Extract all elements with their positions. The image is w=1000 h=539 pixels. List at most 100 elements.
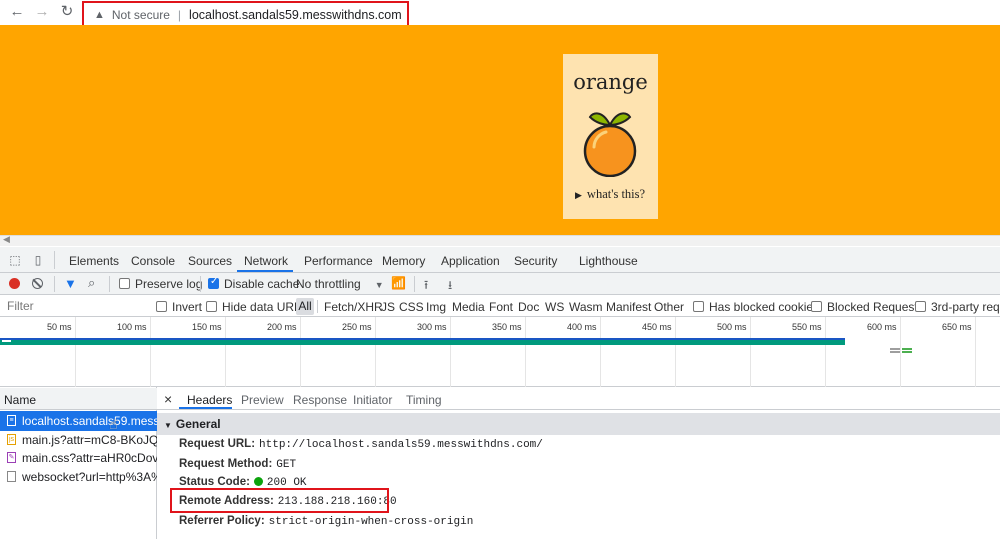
dropdown-arrow-icon: ▼ [374, 280, 384, 290]
tab-response[interactable]: Response [293, 393, 347, 407]
timeline-gridline [150, 317, 151, 387]
filter-wasm[interactable]: Wasm [569, 300, 603, 314]
import-har-icon[interactable]: ⭱ [424, 276, 428, 297]
checkbox-icon[interactable] [156, 301, 167, 312]
checkbox-icon[interactable] [693, 301, 704, 312]
tab-network[interactable]: Network [244, 254, 288, 268]
address-bar[interactable]: ▲ Not secure | localhost.sandals59.messw… [82, 1, 409, 28]
checkbox-checked-icon[interactable] [208, 276, 219, 289]
request-url-key: Request URL: [179, 438, 256, 450]
checkbox-icon[interactable] [811, 301, 822, 312]
triangle-down-icon: ▼ [164, 421, 172, 430]
tab-divider [54, 251, 55, 269]
scroll-left-arrow-icon[interactable]: ◀ [3, 234, 10, 245]
timeline-tick-label: 550 ms [792, 322, 822, 332]
filter-font[interactable]: Font [489, 300, 513, 314]
tab-elements[interactable]: Elements [69, 254, 119, 268]
general-section-header[interactable] [157, 413, 1000, 435]
tab-sources[interactable]: Sources [188, 254, 232, 268]
fruit-card: orange ▶ what's this? [563, 54, 658, 219]
export-har-icon[interactable]: ⭳ [448, 276, 452, 297]
timeline-gridline [600, 317, 601, 387]
forward-arrow-icon[interactable]: → [33, 3, 51, 21]
request-row-script[interactable]: js main.js?attr=mC8-BKoJQC... [0, 430, 157, 450]
filter-other[interactable]: Other [654, 300, 684, 314]
filter-js[interactable]: JS [381, 300, 395, 314]
url-text[interactable]: localhost.sandals59.messwithdns.com [189, 8, 402, 22]
tab-preview[interactable]: Preview [241, 393, 284, 407]
request-row-stylesheet[interactable]: ✎ main.css?attr=aHR0cDovL... [0, 448, 157, 468]
tab-timing[interactable]: Timing [406, 393, 442, 407]
tab-performance[interactable]: Performance [304, 254, 373, 268]
timeline-tick-label: 100 ms [117, 322, 147, 332]
filter-all[interactable]: All [296, 298, 314, 315]
filter-img[interactable]: Img [426, 300, 446, 314]
timeline-gridline [750, 317, 751, 387]
referrer-policy-key: Referrer Policy: [179, 515, 265, 527]
timeline-tick-label: 450 ms [642, 322, 672, 332]
tab-console[interactable]: Console [131, 254, 175, 268]
invert-checkbox[interactable]: Invert [156, 300, 202, 314]
checkbox-icon[interactable] [206, 301, 217, 312]
reload-icon[interactable]: ↻ [58, 3, 76, 21]
filter-fetch-xhr[interactable]: Fetch/XHR [324, 300, 383, 314]
whats-this-label: what's this? [586, 187, 646, 201]
tab-security[interactable]: Security [514, 254, 557, 268]
back-arrow-icon[interactable]: ← [8, 3, 26, 21]
request-row-websocket[interactable]: websocket?url=http%3A%... [0, 467, 157, 487]
tab-initiator[interactable]: Initiator [353, 393, 392, 407]
filter-manifest[interactable]: Manifest [606, 300, 651, 314]
request-url-row: Request URL: http://localhost.sandals59.m… [179, 438, 543, 451]
network-conditions-icon[interactable]: 📶 [391, 276, 406, 290]
invert-label: Invert [172, 300, 203, 314]
network-timeline-overview[interactable]: 50 ms 100 ms 150 ms 200 ms 250 ms 300 ms 350 m… [0, 317, 1000, 387]
security-label[interactable]: Not secure [112, 8, 170, 22]
checkbox-icon[interactable] [119, 278, 130, 289]
device-toolbar-icon[interactable]: ▯ [31, 253, 45, 267]
filter-doc[interactable]: Doc [518, 300, 539, 314]
third-party-checkbox[interactable]: 3rd-party requ [915, 300, 1000, 314]
filter-css[interactable]: CSS [399, 300, 424, 314]
disable-cache-checkbox[interactable]: Disable cache [208, 276, 299, 291]
stylesheet-file-icon: ✎ [7, 452, 16, 463]
timeline-gridline [450, 317, 451, 387]
blocked-requests-label: Blocked Requests [827, 300, 924, 314]
request-name: websocket?url=http%3A%... [22, 470, 157, 484]
throttling-select[interactable]: No throttling ▼ [296, 277, 384, 291]
has-blocked-cookies-checkbox[interactable]: Has blocked cookies [693, 300, 819, 314]
tab-memory[interactable]: Memory [382, 254, 425, 268]
toolbar-divider [414, 276, 415, 292]
tab-headers[interactable]: Headers [187, 393, 232, 407]
filter-media[interactable]: Media [452, 300, 485, 314]
filter-input[interactable]: Filter [2, 298, 146, 315]
request-url-value: http://localhost.sandals59.messwithdns.c… [259, 439, 543, 451]
timeline-gridline [975, 317, 976, 387]
timeline-tick-label: 250 ms [342, 322, 372, 332]
timeline-mini-bar [890, 351, 900, 353]
filter-funnel-icon[interactable]: ▼ [64, 276, 77, 291]
search-icon[interactable]: ⌕ [88, 275, 95, 291]
hide-data-urls-checkbox[interactable]: Hide data URLs [206, 300, 307, 314]
checkbox-icon[interactable] [915, 301, 926, 312]
timeline-gridline [525, 317, 526, 387]
document-icon: ≡ [7, 415, 16, 426]
record-icon[interactable] [9, 278, 20, 289]
request-row-document[interactable]: ≡ localhost.sandals59.messw... [0, 411, 157, 431]
blocked-requests-checkbox[interactable]: Blocked Requests [811, 300, 924, 314]
tab-lighthouse[interactable]: Lighthouse [579, 254, 638, 268]
inspect-element-icon[interactable]: ⬚ [8, 253, 22, 267]
preserve-log-checkbox[interactable]: Preserve log [119, 277, 202, 291]
whats-this-summary[interactable]: ▶ what's this? [575, 187, 645, 202]
name-column-header[interactable]: Name [0, 388, 157, 410]
request-method-value: GET [276, 459, 297, 471]
close-icon[interactable]: × [164, 391, 172, 407]
filter-ws[interactable]: WS [545, 300, 564, 314]
status-ok-dot-icon [253, 477, 263, 486]
tab-application[interactable]: Application [441, 254, 500, 268]
page-horizontal-scrollbar[interactable]: ◀ [0, 234, 1000, 246]
status-code-key: Status Code: [179, 476, 250, 488]
toolbar-divider [54, 276, 55, 292]
triangle-right-icon: ▶ [575, 190, 582, 200]
general-section-title[interactable]: ▼ General [164, 417, 221, 431]
clear-icon[interactable] [32, 278, 43, 289]
